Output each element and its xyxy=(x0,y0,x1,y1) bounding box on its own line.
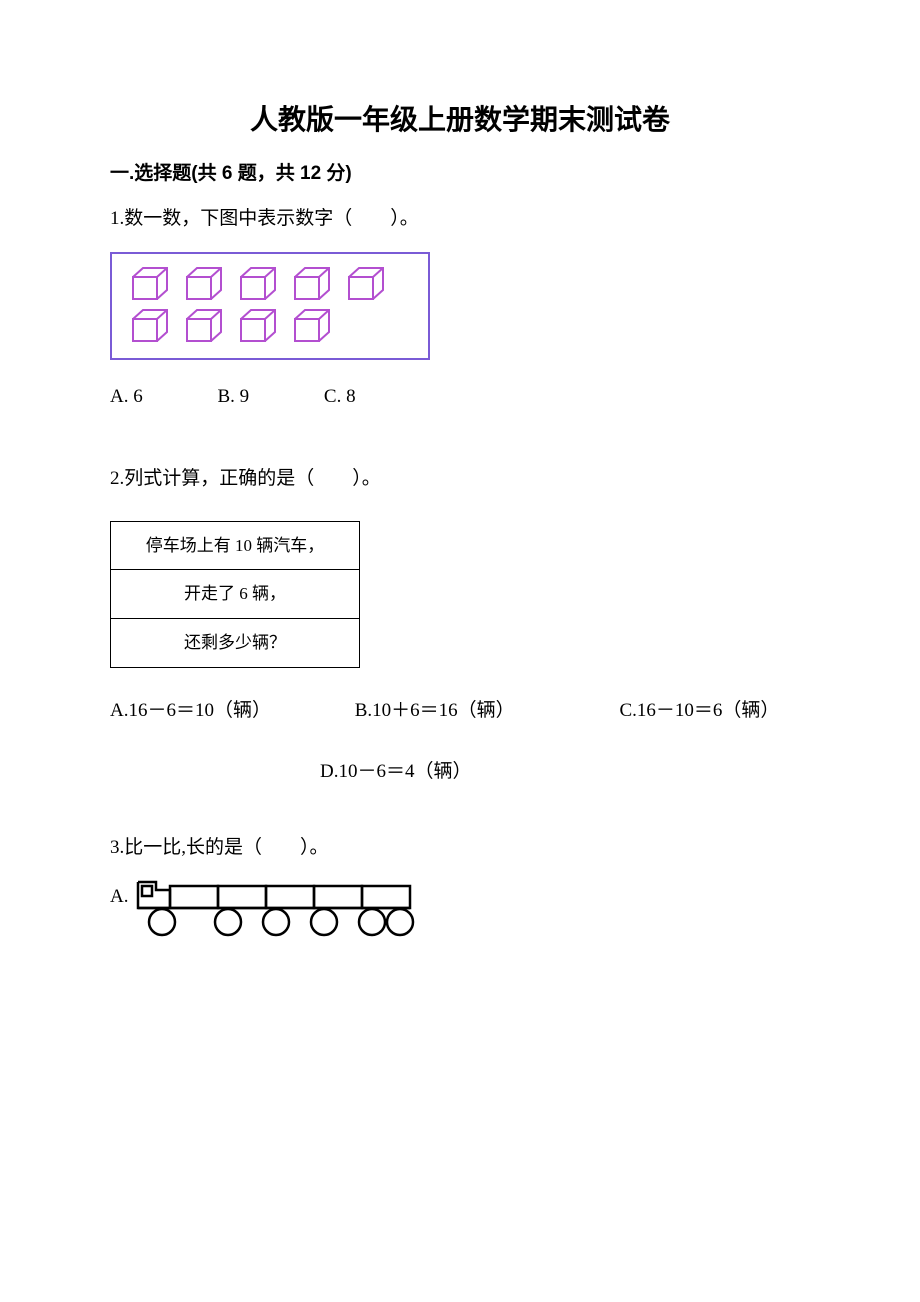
truck-icon xyxy=(132,880,432,938)
q2-options-row2: D.10－6＝4（辆） xyxy=(110,759,810,786)
q1-stem: 1.数一数，下图中表示数字（ ）。 xyxy=(110,206,810,233)
q2-option-b[interactable]: B.10＋6＝16（辆） xyxy=(355,698,615,725)
q1-option-c[interactable]: C. 8 xyxy=(324,384,356,411)
page: 人教版一年级上册数学期末测试卷 一.选择题(共 6 题，共 12 分) 1.数一… xyxy=(0,0,920,1302)
q3-stem: 3.比一比,长的是（ ）。 xyxy=(110,835,810,862)
q3-option-a-label: A. xyxy=(110,880,128,911)
page-title: 人教版一年级上册数学期末测试卷 xyxy=(110,100,810,139)
cube-icon xyxy=(292,266,332,302)
q1-cube-row-1 xyxy=(130,266,410,302)
q1-figure xyxy=(110,252,430,360)
q2-option-a[interactable]: A.16－6＝10（辆） xyxy=(110,698,350,725)
q2-option-c[interactable]: C.16－10＝6（辆） xyxy=(620,698,780,725)
cube-icon xyxy=(130,308,170,344)
cube-icon xyxy=(184,266,224,302)
q3-option-a[interactable]: A. xyxy=(110,880,810,938)
q1-cube-row-2 xyxy=(130,308,410,344)
q1-option-a[interactable]: A. 6 xyxy=(110,384,143,411)
cube-icon xyxy=(292,308,332,344)
q2-table-r2: 开走了 6 辆， xyxy=(111,570,360,619)
q2-option-d[interactable]: D.10－6＝4（辆） xyxy=(320,759,471,786)
q2-options-row1: A.16－6＝10（辆） B.10＋6＝16（辆） C.16－10＝6（辆） xyxy=(110,698,810,725)
cube-icon xyxy=(130,266,170,302)
q1-options: A. 6 B. 9 C. 8 xyxy=(110,384,810,411)
cube-icon xyxy=(238,266,278,302)
section-heading: 一.选择题(共 6 题，共 12 分) xyxy=(110,161,810,188)
q1-option-b[interactable]: B. 9 xyxy=(217,384,249,411)
q2-table-r3: 还剩多少辆？ xyxy=(111,619,360,668)
q2-table: 停车场上有 10 辆汽车， 开走了 6 辆， 还剩多少辆？ xyxy=(110,521,360,668)
q2-table-r1: 停车场上有 10 辆汽车， xyxy=(111,521,360,570)
cube-icon xyxy=(346,266,386,302)
q2-stem: 2.列式计算，正确的是（ ）。 xyxy=(110,466,810,493)
cube-icon xyxy=(184,308,224,344)
cube-icon xyxy=(238,308,278,344)
